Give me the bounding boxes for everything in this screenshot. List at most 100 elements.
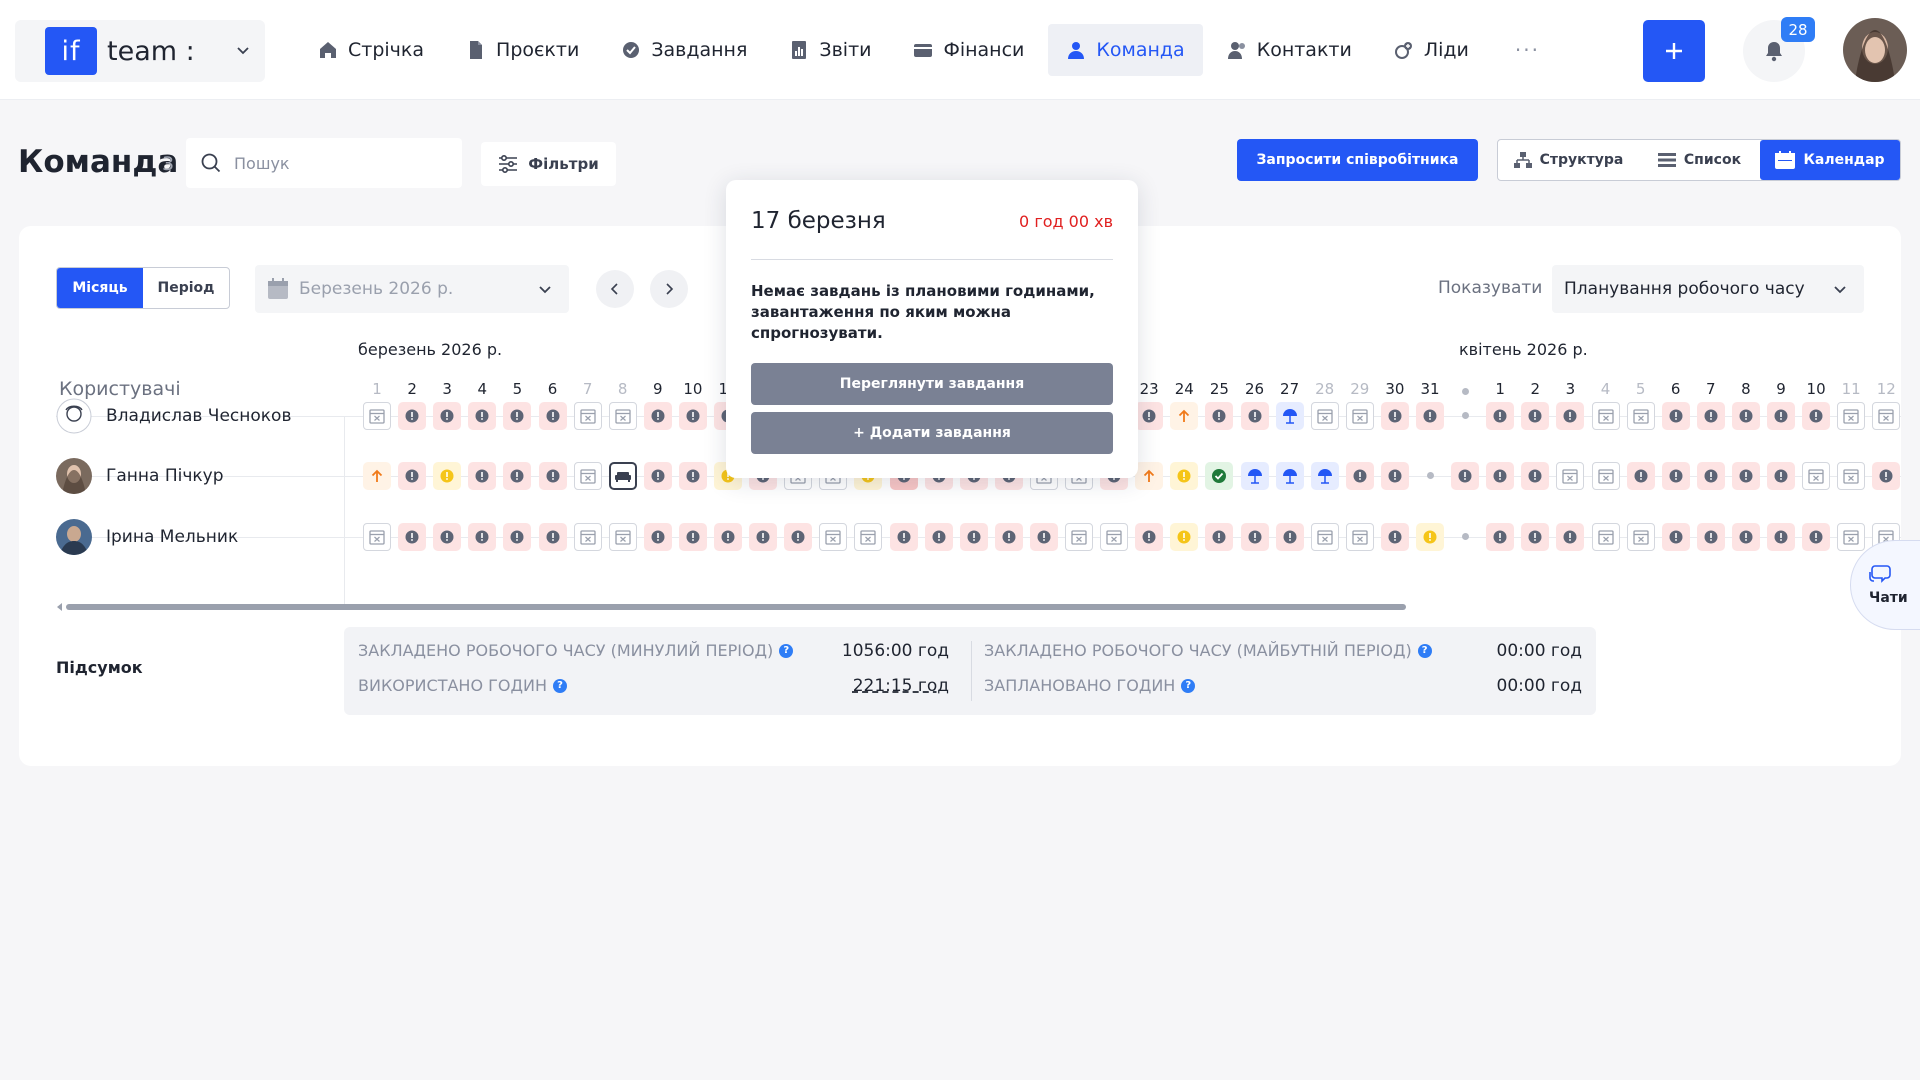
user-avatar[interactable] [1843, 18, 1907, 82]
day-cell[interactable] [1591, 462, 1620, 490]
horizontal-scrollbar[interactable] [56, 603, 1901, 611]
filters-button[interactable]: Фільтри [481, 142, 616, 186]
nav-item-2[interactable]: Завдання [603, 24, 765, 76]
day-cell[interactable] [1240, 462, 1269, 490]
day-cell[interactable] [573, 462, 602, 490]
day-cell[interactable] [398, 462, 427, 490]
day-cell[interactable] [468, 402, 497, 430]
day-cell[interactable] [1731, 462, 1760, 490]
day-cell[interactable] [1767, 462, 1795, 490]
day-cell[interactable] [538, 402, 567, 430]
help-icon[interactable]: ? [1181, 678, 1196, 693]
day-cell[interactable] [1626, 462, 1655, 490]
day-cell[interactable] [1486, 462, 1515, 490]
day-cell[interactable] [1170, 462, 1199, 490]
day-cell[interactable] [1731, 402, 1760, 430]
nav-item-5[interactable]: Команда [1048, 24, 1203, 76]
day-cell[interactable] [1380, 523, 1409, 551]
day-cell[interactable] [1310, 523, 1339, 551]
day-cell[interactable] [1310, 402, 1339, 430]
nav-item-3[interactable]: Звіти [771, 24, 889, 76]
nav-item-0[interactable]: Стрічка [300, 24, 442, 76]
add-task-button[interactable]: + Додати завдання [751, 412, 1113, 454]
day-cell[interactable] [1240, 402, 1269, 430]
scrollbar-thumb[interactable] [66, 604, 1406, 610]
next-month-button[interactable] [650, 270, 688, 308]
help-icon[interactable]: ? [779, 643, 794, 658]
day-cell[interactable] [1486, 523, 1515, 551]
day-cell[interactable] [1802, 402, 1831, 430]
day-cell[interactable] [643, 523, 672, 551]
view-list-button[interactable]: Список [1639, 140, 1760, 180]
day-cell[interactable] [1521, 402, 1550, 430]
nav-item-7[interactable]: Ліди [1376, 24, 1487, 76]
toggle-month[interactable]: Місяць [57, 268, 143, 308]
day-cell[interactable] [1696, 523, 1725, 551]
user-row[interactable]: Ірина Мельник [56, 507, 238, 567]
day-cell[interactable] [1345, 402, 1374, 430]
day-cell[interactable] [1556, 402, 1585, 430]
day-cell[interactable] [1240, 523, 1269, 551]
day-cell[interactable] [1731, 523, 1760, 551]
summary-used-value[interactable]: 221:15 год [804, 676, 949, 696]
day-cell[interactable] [1767, 523, 1795, 551]
day-cell[interactable] [1767, 402, 1795, 430]
help-icon[interactable]: ? [1417, 643, 1432, 658]
day-cell[interactable] [1310, 462, 1339, 490]
day-cell[interactable] [1661, 402, 1690, 430]
invite-employee-button[interactable]: Запросити співробітника [1237, 139, 1478, 181]
day-cell[interactable] [1380, 402, 1409, 430]
day-cell[interactable] [503, 462, 532, 490]
toggle-period[interactable]: Період [143, 268, 229, 308]
day-cell[interactable] [1696, 402, 1725, 430]
day-cell[interactable] [1380, 462, 1409, 490]
day-cell[interactable] [573, 402, 602, 430]
day-cell[interactable] [503, 523, 532, 551]
day-cell[interactable] [1521, 523, 1550, 551]
day-cell[interactable] [1135, 402, 1164, 430]
day-cell[interactable] [1205, 462, 1234, 490]
day-cell[interactable] [1345, 523, 1374, 551]
day-cell[interactable] [538, 462, 567, 490]
day-cell[interactable] [1275, 462, 1304, 490]
day-cell[interactable] [854, 523, 883, 551]
add-button[interactable] [1643, 20, 1705, 82]
day-cell[interactable] [678, 402, 707, 430]
day-cell[interactable] [1029, 523, 1058, 551]
day-cell[interactable] [1591, 402, 1620, 430]
day-cell[interactable] [1696, 462, 1725, 490]
day-cell[interactable] [363, 402, 391, 430]
show-select[interactable]: Планування робочого часу [1552, 265, 1864, 313]
day-cell[interactable] [433, 462, 462, 490]
user-row[interactable]: Владислав Чесноков [56, 386, 291, 446]
view-calendar-button[interactable]: Календар [1760, 140, 1900, 180]
day-cell[interactable] [1626, 402, 1655, 430]
day-cell[interactable] [1556, 462, 1585, 490]
search-box[interactable] [186, 138, 462, 188]
day-cell[interactable] [924, 523, 953, 551]
day-cell[interactable] [1486, 402, 1515, 430]
day-cell[interactable] [1416, 523, 1444, 551]
day-cell[interactable] [608, 462, 637, 490]
day-cell[interactable] [468, 523, 497, 551]
day-cell[interactable] [468, 462, 497, 490]
day-cell[interactable] [398, 402, 427, 430]
day-cell[interactable] [1837, 462, 1866, 490]
day-cell[interactable] [994, 523, 1023, 551]
day-cell[interactable] [1661, 462, 1690, 490]
search-input[interactable] [234, 153, 434, 173]
day-cell[interactable] [433, 402, 462, 430]
day-cell[interactable] [643, 462, 672, 490]
day-cell[interactable] [1170, 523, 1199, 551]
day-cell[interactable] [1275, 523, 1304, 551]
day-cell[interactable] [398, 523, 427, 551]
nav-more-button[interactable]: ··· [1515, 38, 1540, 62]
day-cell[interactable] [1205, 523, 1234, 551]
day-cell[interactable] [1170, 402, 1199, 430]
view-structure-button[interactable]: Структура [1498, 140, 1639, 180]
day-cell[interactable] [1135, 523, 1164, 551]
day-cell[interactable] [1416, 402, 1444, 430]
day-cell[interactable] [433, 523, 462, 551]
prev-month-button[interactable] [596, 270, 634, 308]
day-cell[interactable] [1591, 523, 1620, 551]
